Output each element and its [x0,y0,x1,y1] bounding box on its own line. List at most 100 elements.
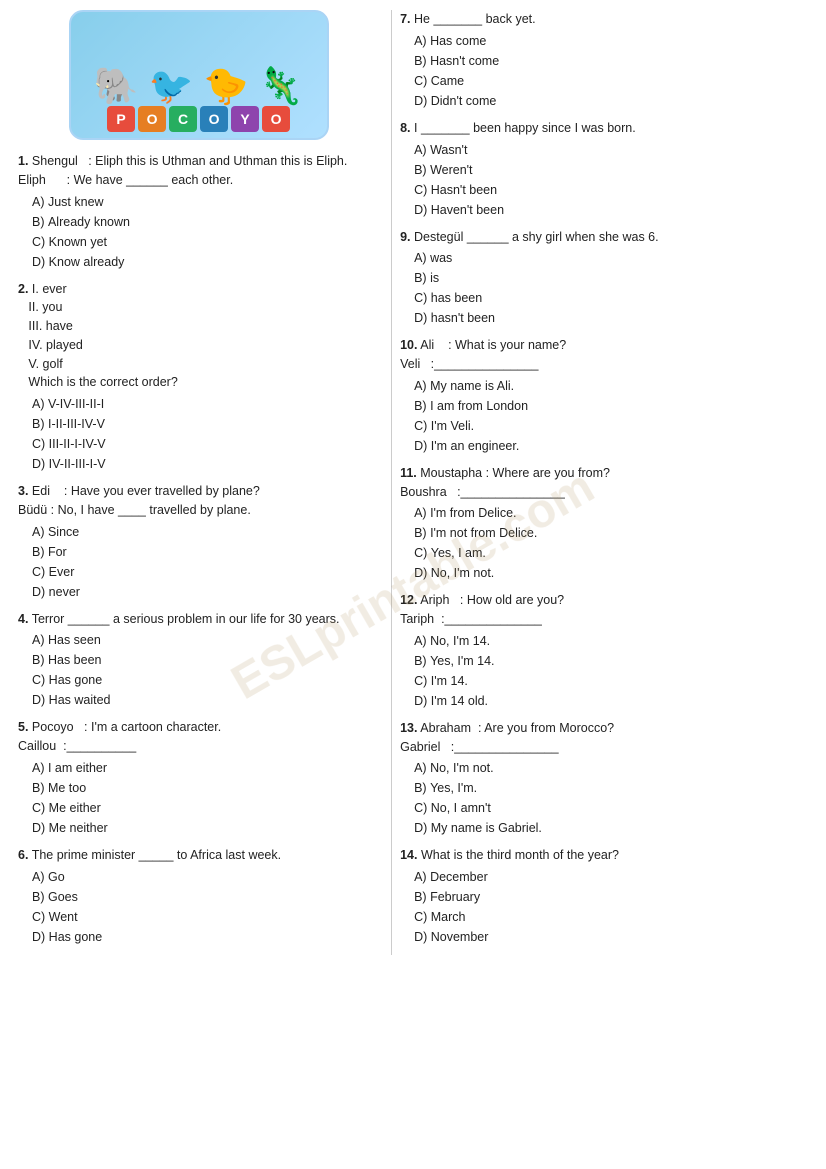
q9-body: Destegül ______ a shy girl when she was … [414,230,659,244]
q10-options: A) My name is Ali. B) I am from London C… [400,376,808,456]
q13-dialog1: Abraham : Are you from Morocco? [420,721,614,735]
q12-dialog2: Tariph :______________ [400,612,542,626]
q13-opt-b: B) Yes, I'm. [414,778,808,798]
question-2: 2. I. ever II. you III. have IV. played … [18,280,379,475]
q1-opt-b: B) Already known [32,212,379,232]
q3-opt-d: D) never [32,582,379,602]
q6-opt-c: C) Went [32,907,379,927]
question-5: 5. Pocoyo : I'm a cartoon character. Cai… [18,718,379,838]
q4-num: 4. [18,612,28,626]
q3-text: 3. Edi : Have you ever travelled by plan… [18,482,379,520]
q5-dialog1: Pocoyo : I'm a cartoon character. [32,720,221,734]
q11-text: 11. Moustapha : Where are you from? Bous… [400,464,808,502]
q14-num: 14. [400,848,417,862]
logo-block-o1: O [138,106,166,132]
q12-text: 12. Ariph : How old are you? Tariph :___… [400,591,808,629]
q4-opt-d: D) Has waited [32,690,379,710]
q8-opt-b: B) Weren't [414,160,808,180]
q6-text: 6. The prime minister _____ to Africa la… [18,846,379,865]
q10-opt-b: B) I am from London [414,396,808,416]
q11-dialog2: Boushra :_______________ [400,485,565,499]
question-6: 6. The prime minister _____ to Africa la… [18,846,379,947]
logo-box: 🐘 🐦 🐤 🦎 P O C O Y O [69,10,329,140]
q14-opt-c: C) March [414,907,808,927]
q4-body: Terror ______ a serious problem in our l… [32,612,340,626]
q2-opt-d: D) IV-II-III-I-V [32,454,379,474]
q10-opt-a: A) My name is Ali. [414,376,808,396]
q7-opt-d: D) Didn't come [414,91,808,111]
question-12: 12. Ariph : How old are you? Tariph :___… [400,591,808,711]
q1-text: 1. Shengul : Eliph this is Uthman and Ut… [18,152,379,190]
q1-num: 1. [18,154,28,168]
q4-opt-a: A) Has seen [32,630,379,650]
q9-num: 9. [400,230,410,244]
q6-options: A) Go B) Goes C) Went D) Has gone [18,867,379,947]
q7-opt-b: B) Hasn't come [414,51,808,71]
q10-opt-d: D) I'm an engineer. [414,436,808,456]
q13-num: 13. [400,721,417,735]
q1-opt-a: A) Just knew [32,192,379,212]
q3-options: A) Since B) For C) Ever D) never [18,522,379,602]
q2-options: A) V-IV-III-II-I B) I-II-III-IV-V C) III… [18,394,379,474]
q9-options: A) was B) is C) has been D) hasn't been [400,248,808,328]
q12-opt-a: A) No, I'm 14. [414,631,808,651]
q11-opt-d: D) No, I'm not. [414,563,808,583]
q12-options: A) No, I'm 14. B) Yes, I'm 14. C) I'm 14… [400,631,808,711]
q13-opt-c: C) No, I amn't [414,798,808,818]
question-13: 13. Abraham : Are you from Morocco? Gabr… [400,719,808,839]
question-3: 3. Edi : Have you ever travelled by plan… [18,482,379,602]
q10-opt-c: C) I'm Veli. [414,416,808,436]
q12-opt-b: B) Yes, I'm 14. [414,651,808,671]
q8-opt-c: C) Hasn't been [414,180,808,200]
q14-opt-a: A) December [414,867,808,887]
q7-opt-a: A) Has come [414,31,808,51]
q11-options: A) I'm from Delice. B) I'm not from Deli… [400,503,808,583]
q10-num: 10. [400,338,417,352]
question-7: 7. He _______ back yet. A) Has come B) H… [400,10,808,111]
q3-dialog1: Edi : Have you ever travelled by plane? [32,484,260,498]
q5-opt-a: A) I am either [32,758,379,778]
q6-body: The prime minister _____ to Africa last … [32,848,281,862]
q9-opt-d: D) hasn't been [414,308,808,328]
q6-opt-b: B) Goes [32,887,379,907]
q1-opt-c: C) Known yet [32,232,379,252]
q11-dialog1: Moustapha : Where are you from? [420,466,610,480]
q9-text: 9. Destegül ______ a shy girl when she w… [400,228,808,247]
question-8: 8. I _______ been happy since I was born… [400,119,808,220]
q5-opt-c: C) Me either [32,798,379,818]
q2-opt-c: C) III-II-I-IV-V [32,434,379,454]
q13-text: 13. Abraham : Are you from Morocco? Gabr… [400,719,808,757]
q13-opt-d: D) My name is Gabriel. [414,818,808,838]
q14-text: 14. What is the third month of the year? [400,846,808,865]
q10-text: 10. Ali : What is your name? Veli :_____… [400,336,808,374]
q4-opt-b: B) Has been [32,650,379,670]
q2-opt-b: B) I-II-III-IV-V [32,414,379,434]
q12-opt-c: C) I'm 14. [414,671,808,691]
q5-opt-b: B) Me too [32,778,379,798]
q13-options: A) No, I'm not. B) Yes, I'm. C) No, I am… [400,758,808,838]
q8-body: I _______ been happy since I was born. [414,121,636,135]
q14-opt-b: B) February [414,887,808,907]
q1-opt-d: D) Know already [32,252,379,272]
q6-opt-a: A) Go [32,867,379,887]
q5-options: A) I am either B) Me too C) Me either D)… [18,758,379,838]
q14-options: A) December B) February C) March D) Nove… [400,867,808,947]
q10-dialog1: Ali : What is your name? [420,338,566,352]
right-column: 7. He _______ back yet. A) Has come B) H… [391,10,808,955]
logo-block-c: C [169,106,197,132]
q3-opt-a: A) Since [32,522,379,542]
q7-text: 7. He _______ back yet. [400,10,808,29]
logo-block-o3: O [262,106,290,132]
q9-opt-c: C) has been [414,288,808,308]
q4-options: A) Has seen B) Has been C) Has gone D) H… [18,630,379,710]
q1-dialog1: Shengul : Eliph this is Uthman and Uthma… [32,154,347,168]
question-11: 11. Moustapha : Where are you from? Bous… [400,464,808,584]
q13-dialog2: Gabriel :_______________ [400,740,558,754]
q2-text: 2. I. ever II. you III. have IV. played … [18,280,379,393]
q1-options: A) Just knew B) Already known C) Known y… [18,192,379,272]
logo-characters: 🐘 🐦 🐤 🦎 [94,68,303,104]
q12-dialog1: Ariph : How old are you? [420,593,564,607]
q12-num: 12. [400,593,417,607]
q5-text: 5. Pocoyo : I'm a cartoon character. Cai… [18,718,379,756]
page: 🐘 🐦 🐤 🦎 P O C O Y O 1. Shengul : Eliph t… [18,10,808,955]
